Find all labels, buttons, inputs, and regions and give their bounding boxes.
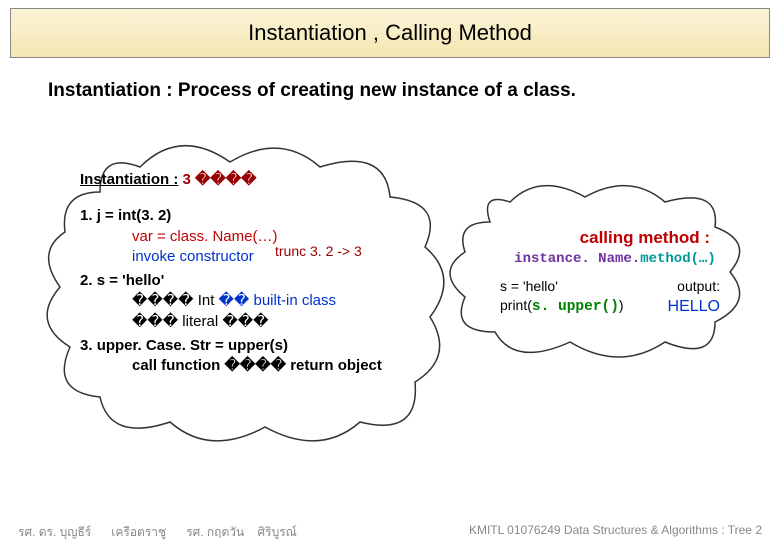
slide-title: Instantiation , Calling Method [248,20,532,46]
output-value: HELLO [668,296,720,318]
item-1-sub2: invoke constructor [132,247,410,267]
example-output: output: HELLO [668,277,730,317]
footer-right: KMITL 01076249 Data Structures & Algorit… [469,523,762,542]
item-3-code: upper. Case. Str = upper(s) [97,337,288,354]
right-cloud: calling method : instance. Name.method(…… [440,172,750,362]
item-3: 3. upper. Case. Str = upper(s) call func… [80,336,410,377]
intro-text: Instantiation : Process of creating new … [48,80,732,102]
left-cloud-content: Instantiation : 3 ���� trunc 3. 2 -> 3 1… [80,170,410,376]
author-2b: ศิริบูรณ์ [258,525,297,539]
author-1a: รศ. ดร. บุญธีร์ [18,525,91,539]
footer: รศ. ดร. บุญธีร์ เครือตราชู รศ. กฤตวัน ศิ… [0,523,780,542]
trunc-annotation: trunc 3. 2 -> 3 [275,242,362,261]
item-1-num: 1. [80,207,93,224]
inst-label: Instantiation : [80,171,178,188]
item-2-code: s = 'hello' [97,272,165,289]
tmpl-instance: instance. Name. [514,251,640,267]
item-3-sub1: call function ���� return object [132,356,410,376]
item-2-sub1: ���� Int �� built-in class [132,291,410,311]
inst-count: 3 ���� [183,171,257,188]
left-cloud: Instantiation : 3 ���� trunc 3. 2 -> 3 1… [40,122,450,452]
item-2-num: 2. [80,272,93,289]
item-3-num: 3. [80,337,93,354]
ex-l2b: s. upper() [532,299,619,315]
item-1-sub1: var = class. Name(…) [132,227,410,247]
title-bar: Instantiation , Calling Method [10,8,770,58]
ex-l2a: print( [500,297,532,313]
calling-method-heading: calling method : [500,227,730,250]
item-2-sub1b: �� built-in class [219,292,336,309]
item-2: 2. s = 'hello' ���� Int �� built-in clas… [80,271,410,332]
right-cloud-content: calling method : instance. Name.method(…… [500,227,730,317]
ex-l2c: ) [619,297,624,313]
instantiation-heading: Instantiation : 3 ���� [80,170,410,190]
content-area: Instantiation : 3 ���� trunc 3. 2 -> 3 1… [0,112,780,462]
author-1b: เครือตราชู [111,525,166,539]
item-2-sub1a: ���� Int [132,292,214,309]
author-2a: รศ. กฤตวัน [186,525,244,539]
output-label: output: [668,277,720,296]
item-1-code: j = int(3. 2) [97,207,172,224]
calling-template: instance. Name.method(…) [500,250,730,269]
tmpl-method: method(…) [640,251,716,267]
item-2-sub2: ��� literal ��� [132,312,410,332]
footer-left: รศ. ดร. บุญธีร์ เครือตราชู รศ. กฤตวัน ศิ… [18,523,297,542]
example-block: output: HELLO s = 'hello' print(s. upper… [500,277,730,317]
